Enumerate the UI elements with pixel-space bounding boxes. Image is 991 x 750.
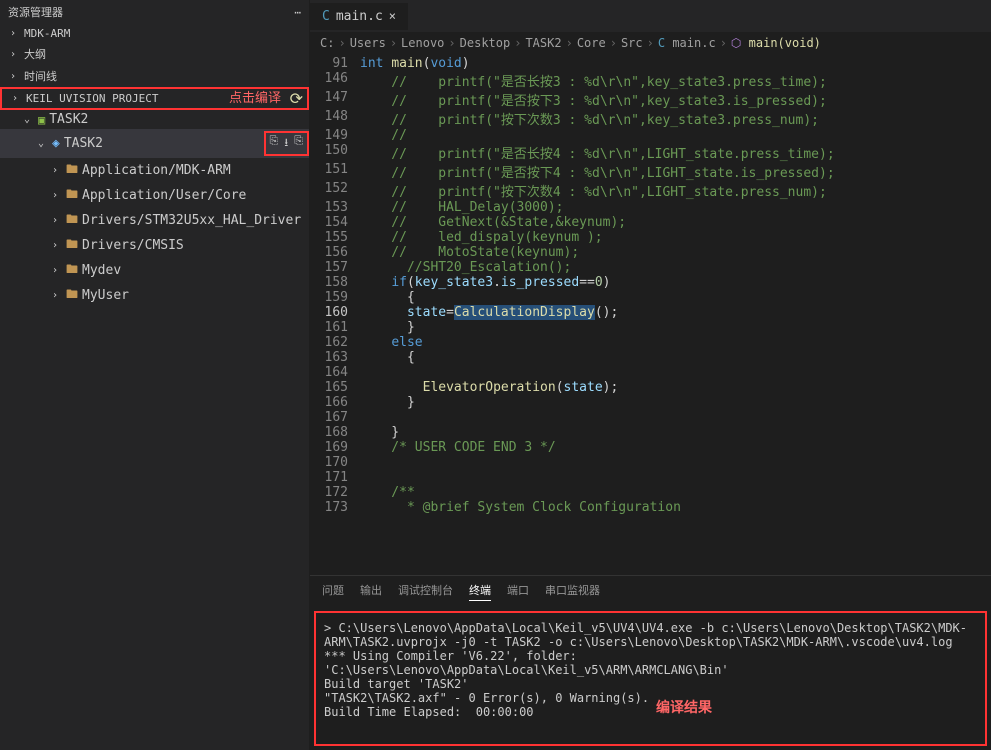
close-icon[interactable]: × xyxy=(389,9,396,23)
more-icon[interactable]: ⋯ xyxy=(294,6,301,19)
bottom-panel: 问题输出调试控制台终端端口串口监视器 编译结果 > C:\Users\Lenov… xyxy=(310,575,991,750)
panel-tab-5[interactable]: 串口监视器 xyxy=(545,582,600,601)
project-tree: ⌄▣TASK2 ⌄◈TASK2 ⎘ ⭳ ⎘ ›🖿Application/MDK-… xyxy=(0,110,309,308)
download-icon[interactable]: ⭳ xyxy=(284,134,288,153)
code-editor[interactable]: 91int main(void)146 // printf("是否长按3 : %… xyxy=(310,54,991,575)
project-target[interactable]: ⌄◈TASK2 ⎘ ⭳ ⎘ xyxy=(0,129,309,158)
folder-drivers-cmsis[interactable]: ›🖿Drivers/CMSIS xyxy=(0,233,309,258)
project-root[interactable]: ⌄▣TASK2 xyxy=(0,110,309,129)
panel-tab-2[interactable]: 调试控制台 xyxy=(398,582,453,601)
explorer-title: 资源管理器 ⋯ xyxy=(0,0,309,24)
folder-drivers-stm32u5xx_hal_driver[interactable]: ›🖿Drivers/STM32U5xx_HAL_Driver xyxy=(0,208,309,233)
panel-tab-1[interactable]: 输出 xyxy=(360,582,382,601)
tab-main-c[interactable]: C main.c × xyxy=(310,3,409,30)
folder-application-user-core[interactable]: ›🖿Application/User/Core xyxy=(0,183,309,208)
section-outline[interactable]: ›大纲 xyxy=(0,43,309,65)
panel-tab-4[interactable]: 端口 xyxy=(507,582,529,601)
folder-application-mdk-arm[interactable]: ›🖿Application/MDK-ARM xyxy=(0,158,309,183)
section-mdk-arm[interactable]: ›MDK-ARM xyxy=(0,24,309,43)
section-timeline[interactable]: ›时间线 xyxy=(0,65,309,87)
c-file-icon: C xyxy=(322,9,330,24)
click-compile-label: 点击编译 xyxy=(229,87,281,106)
compile-result-label: 编译结果 xyxy=(656,697,712,717)
panel-tab-0[interactable]: 问题 xyxy=(322,582,344,601)
terminal-output[interactable]: 编译结果 > C:\Users\Lenovo\AppData\Local\Kei… xyxy=(314,611,987,746)
rebuild-icon[interactable]: ⎘ xyxy=(294,134,303,153)
refresh-icon[interactable]: ⟳ xyxy=(290,89,303,108)
explorer-sidebar: 资源管理器 ⋯ ›MDK-ARM ›大纲 ›时间线 ›KEIL UVISION … xyxy=(0,0,310,750)
breadcrumb[interactable]: C:›Users›Lenovo›Desktop›TASK2›Core›Src›C… xyxy=(310,32,991,54)
panel-tab-3[interactable]: 终端 xyxy=(469,582,491,601)
folder-mydev[interactable]: ›🖿Mydev xyxy=(0,258,309,283)
main-area: C main.c × C:›Users›Lenovo›Desktop›TASK2… xyxy=(310,0,991,750)
build-icon[interactable]: ⎘ xyxy=(270,134,279,153)
panel-tabs: 问题输出调试控制台终端端口串口监视器 xyxy=(310,576,991,607)
folder-myuser[interactable]: ›🖿MyUser xyxy=(0,283,309,308)
editor-tabs: C main.c × xyxy=(310,0,991,32)
build-actions: ⎘ ⭳ ⎘ xyxy=(264,131,309,156)
